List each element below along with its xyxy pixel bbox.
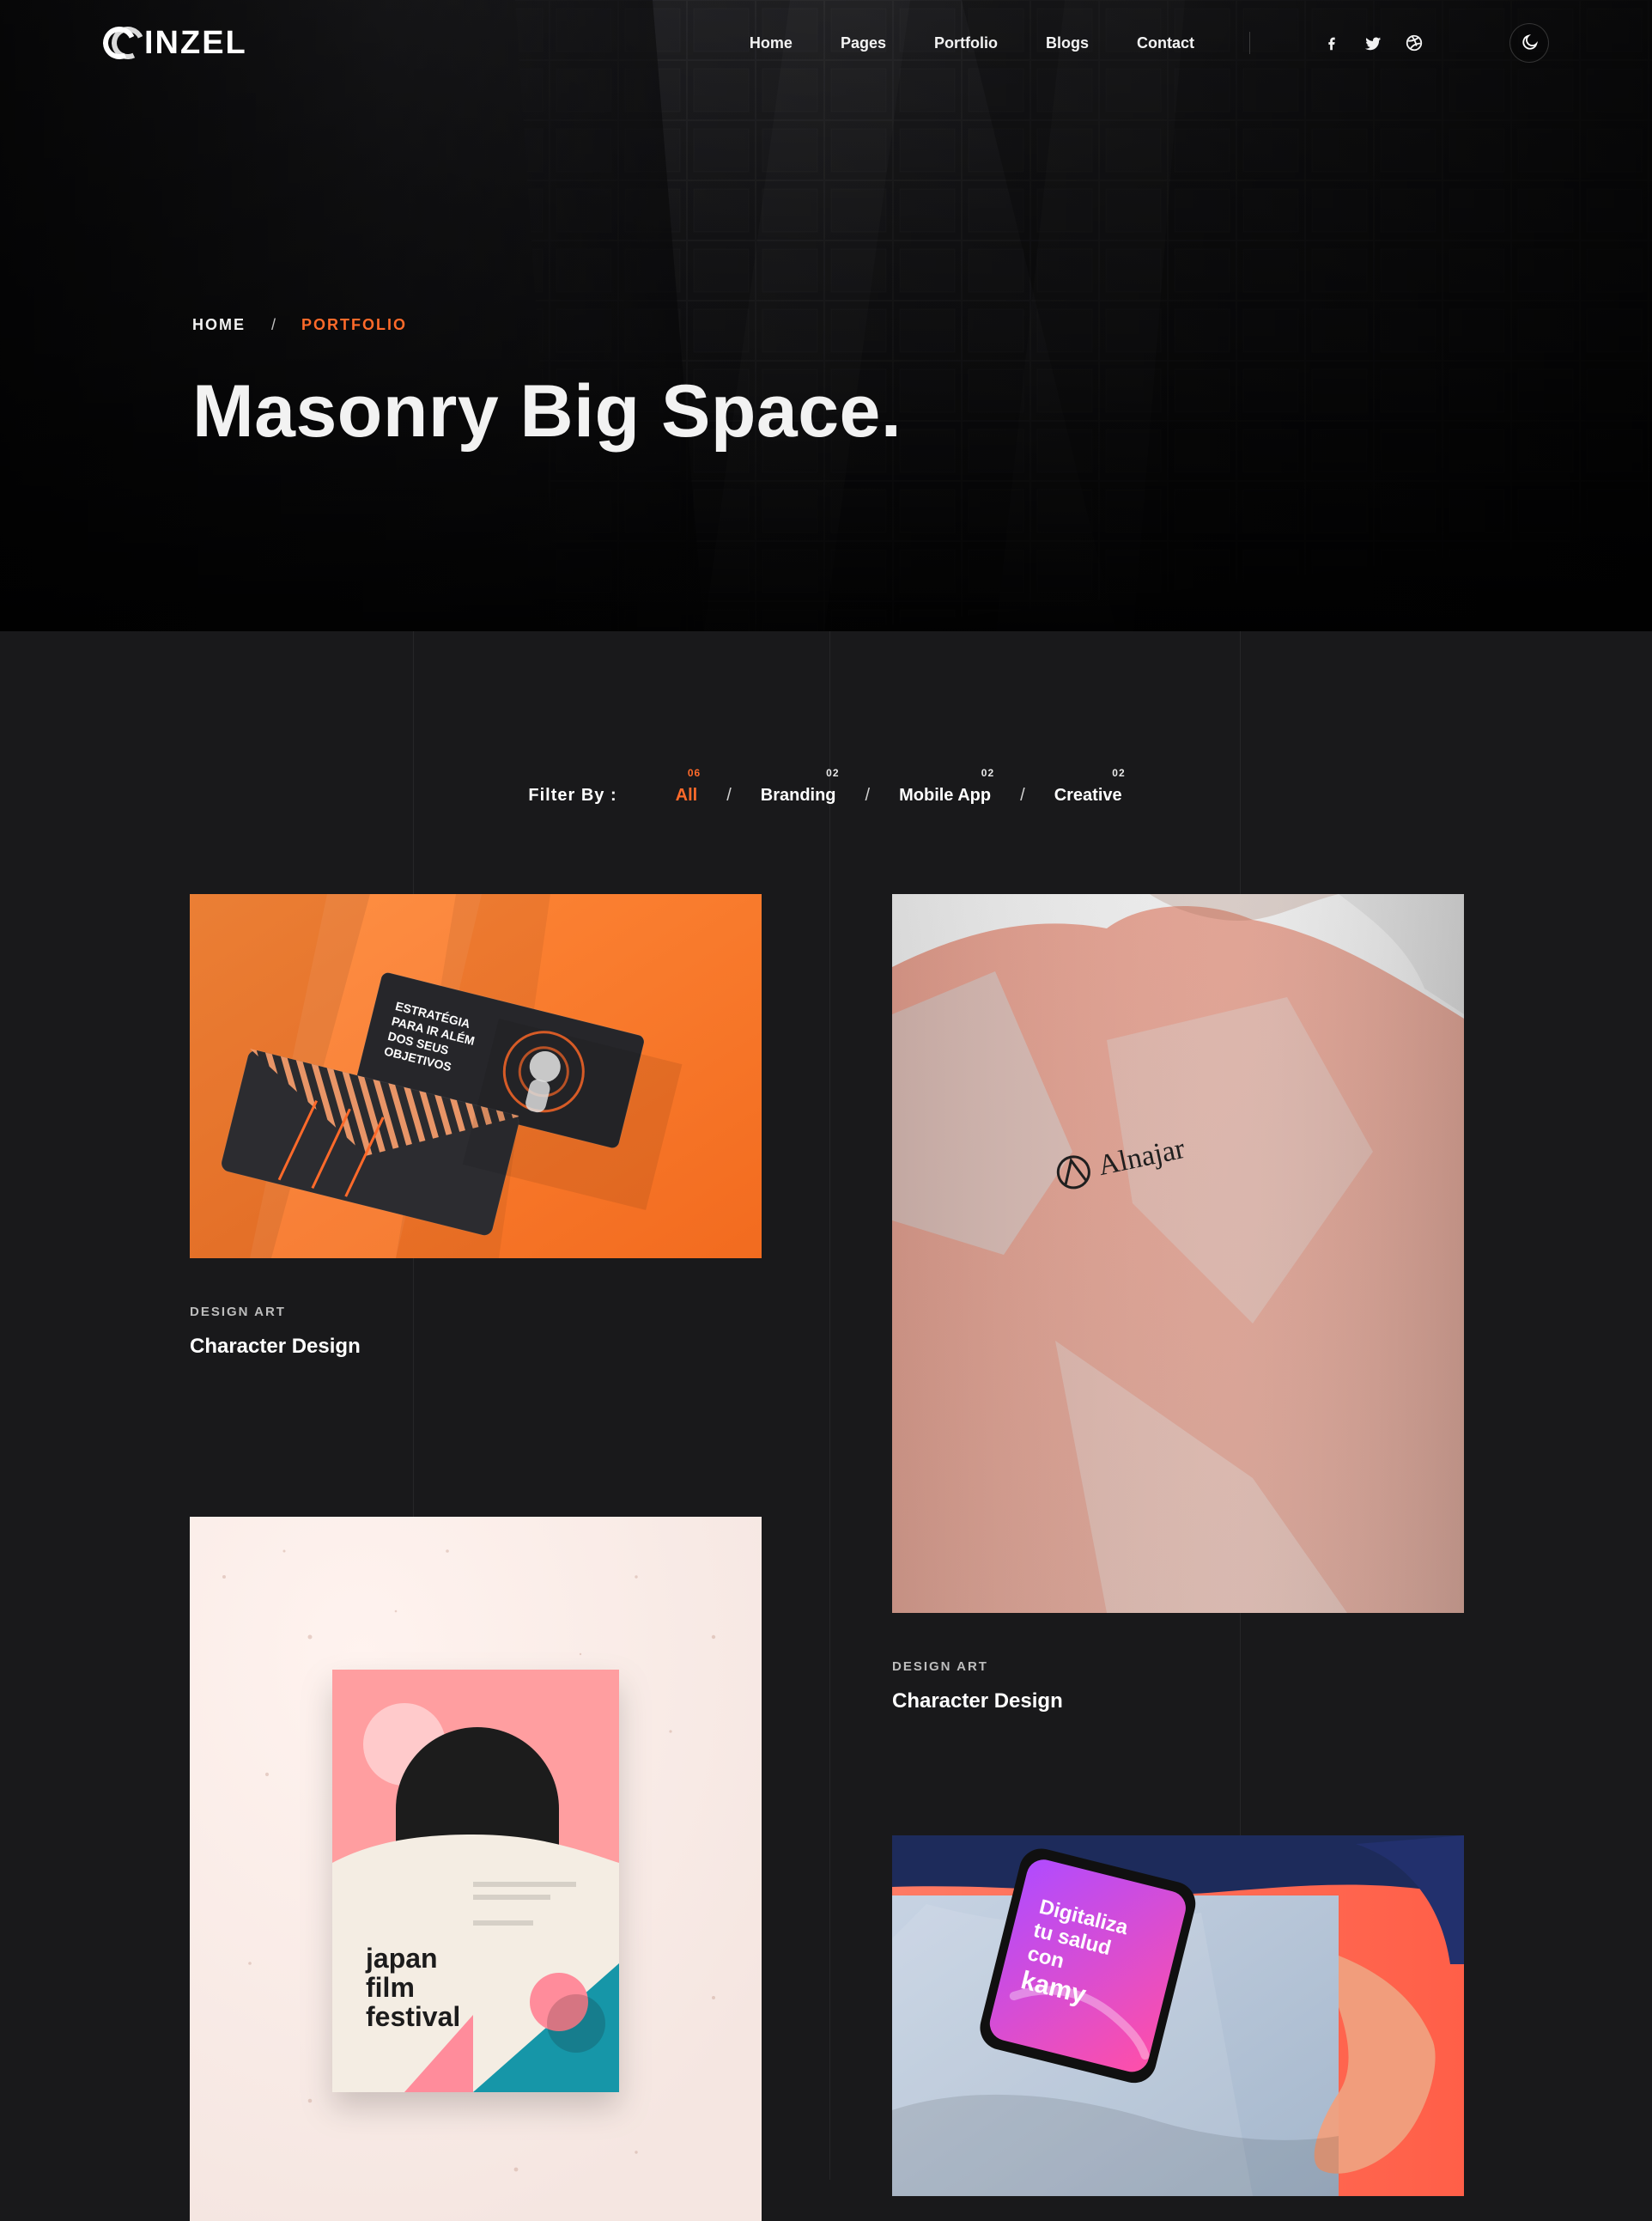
nav-item-pages[interactable]: Pages xyxy=(841,34,886,52)
portfolio-meta: DESIGN ART Character Design xyxy=(892,1659,1464,1713)
breadcrumb-current: PORTFOLIO xyxy=(301,316,408,333)
portfolio-image[interactable]: Digitaliza tu salud con kamy xyxy=(892,1835,1464,2196)
main-content: Filter By : All 06 / Branding 02 / Mobil… xyxy=(0,631,1652,2221)
nav-item-portfolio[interactable]: Portfolio xyxy=(934,34,998,52)
portfolio-card[interactable]: ESTRATÉGIA PARA IR ALÉM DOS SEUS OBJETIV… xyxy=(190,894,762,1359)
filter-item-count: 02 xyxy=(981,767,995,779)
poster-mockup: japan film festival xyxy=(190,1517,762,2221)
social-links xyxy=(1322,33,1424,52)
filter-item-mobile-app[interactable]: Mobile App 02 xyxy=(897,767,993,806)
portfolio-card[interactable]: Digitaliza tu salud con kamy xyxy=(892,1835,1464,2196)
filter-item-all[interactable]: All 06 xyxy=(674,767,701,806)
filter-item-label: Mobile App xyxy=(899,786,992,805)
moon-icon xyxy=(1522,33,1539,50)
theme-toggle-button[interactable] xyxy=(1509,23,1549,63)
portfolio-category: DESIGN ART xyxy=(892,1659,988,1674)
breadcrumb-separator: / xyxy=(271,316,276,333)
grid-line xyxy=(829,631,830,2180)
primary-menu: Home Pages Portfolio Blogs Contact xyxy=(750,23,1549,63)
hero-section: INZEL Home Pages Portfolio Blogs Contact xyxy=(0,0,1652,631)
nav-item-home[interactable]: Home xyxy=(750,34,793,52)
filter-separator: / xyxy=(726,786,732,805)
nav-divider xyxy=(1249,32,1250,54)
filter-item-count: 06 xyxy=(687,767,701,779)
facebook-icon[interactable] xyxy=(1322,33,1341,52)
page-title: Masonry Big Space. xyxy=(192,370,902,453)
filter-item-label: Creative xyxy=(1054,786,1122,805)
portfolio-image[interactable]: japan film festival xyxy=(190,1517,762,2221)
brand-logo[interactable]: INZEL xyxy=(98,21,247,64)
portfolio-title[interactable]: Character Design xyxy=(892,1689,1464,1713)
portfolio-card[interactable]: japan film festival xyxy=(190,1517,762,2221)
filter-item-label: All xyxy=(675,786,698,805)
portfolio-meta: DESIGN ART Character Design xyxy=(190,1305,762,1359)
breadcrumb-home[interactable]: HOME xyxy=(192,316,246,334)
nav-item-blogs[interactable]: Blogs xyxy=(1046,34,1089,52)
stationery-mockup: ESTRATÉGIA PARA IR ALÉM DOS SEUS OBJETIV… xyxy=(190,894,762,1258)
portfolio-title[interactable]: Character Design xyxy=(190,1335,762,1359)
top-navigation: INZEL Home Pages Portfolio Blogs Contact xyxy=(0,0,1652,86)
brand-name: INZEL xyxy=(144,25,247,61)
filter-label: Filter By : xyxy=(528,786,617,805)
filter-separator: / xyxy=(1020,786,1025,805)
portfolio-category: DESIGN ART xyxy=(190,1305,286,1319)
twitter-icon[interactable] xyxy=(1364,33,1382,52)
portfolio-image[interactable]: Alnajar xyxy=(892,894,1464,1613)
dribbble-icon[interactable] xyxy=(1405,33,1424,52)
filter-item-branding[interactable]: Branding 02 xyxy=(759,767,839,806)
logo-mark-icon xyxy=(98,21,149,64)
nav-item-contact[interactable]: Contact xyxy=(1137,34,1194,52)
breadcrumb: HOME / PORTFOLIO xyxy=(192,316,407,334)
tshirt-mockup: Alnajar xyxy=(892,894,1464,1613)
filter-item-count: 02 xyxy=(1112,767,1126,779)
filter-item-label: Branding xyxy=(760,786,836,805)
portfolio-image[interactable]: ESTRATÉGIA PARA IR ALÉM DOS SEUS OBJETIV… xyxy=(190,894,762,1258)
phone-mockup: Digitaliza tu salud con kamy xyxy=(892,1835,1464,2196)
portfolio-filter: Filter By : All 06 / Branding 02 / Mobil… xyxy=(0,767,1652,806)
portfolio-card[interactable]: Alnajar DESIGN ART Character Design xyxy=(892,894,1464,1713)
filter-item-count: 02 xyxy=(826,767,840,779)
filter-separator: / xyxy=(865,786,871,805)
filter-item-creative[interactable]: Creative 02 xyxy=(1053,767,1125,806)
